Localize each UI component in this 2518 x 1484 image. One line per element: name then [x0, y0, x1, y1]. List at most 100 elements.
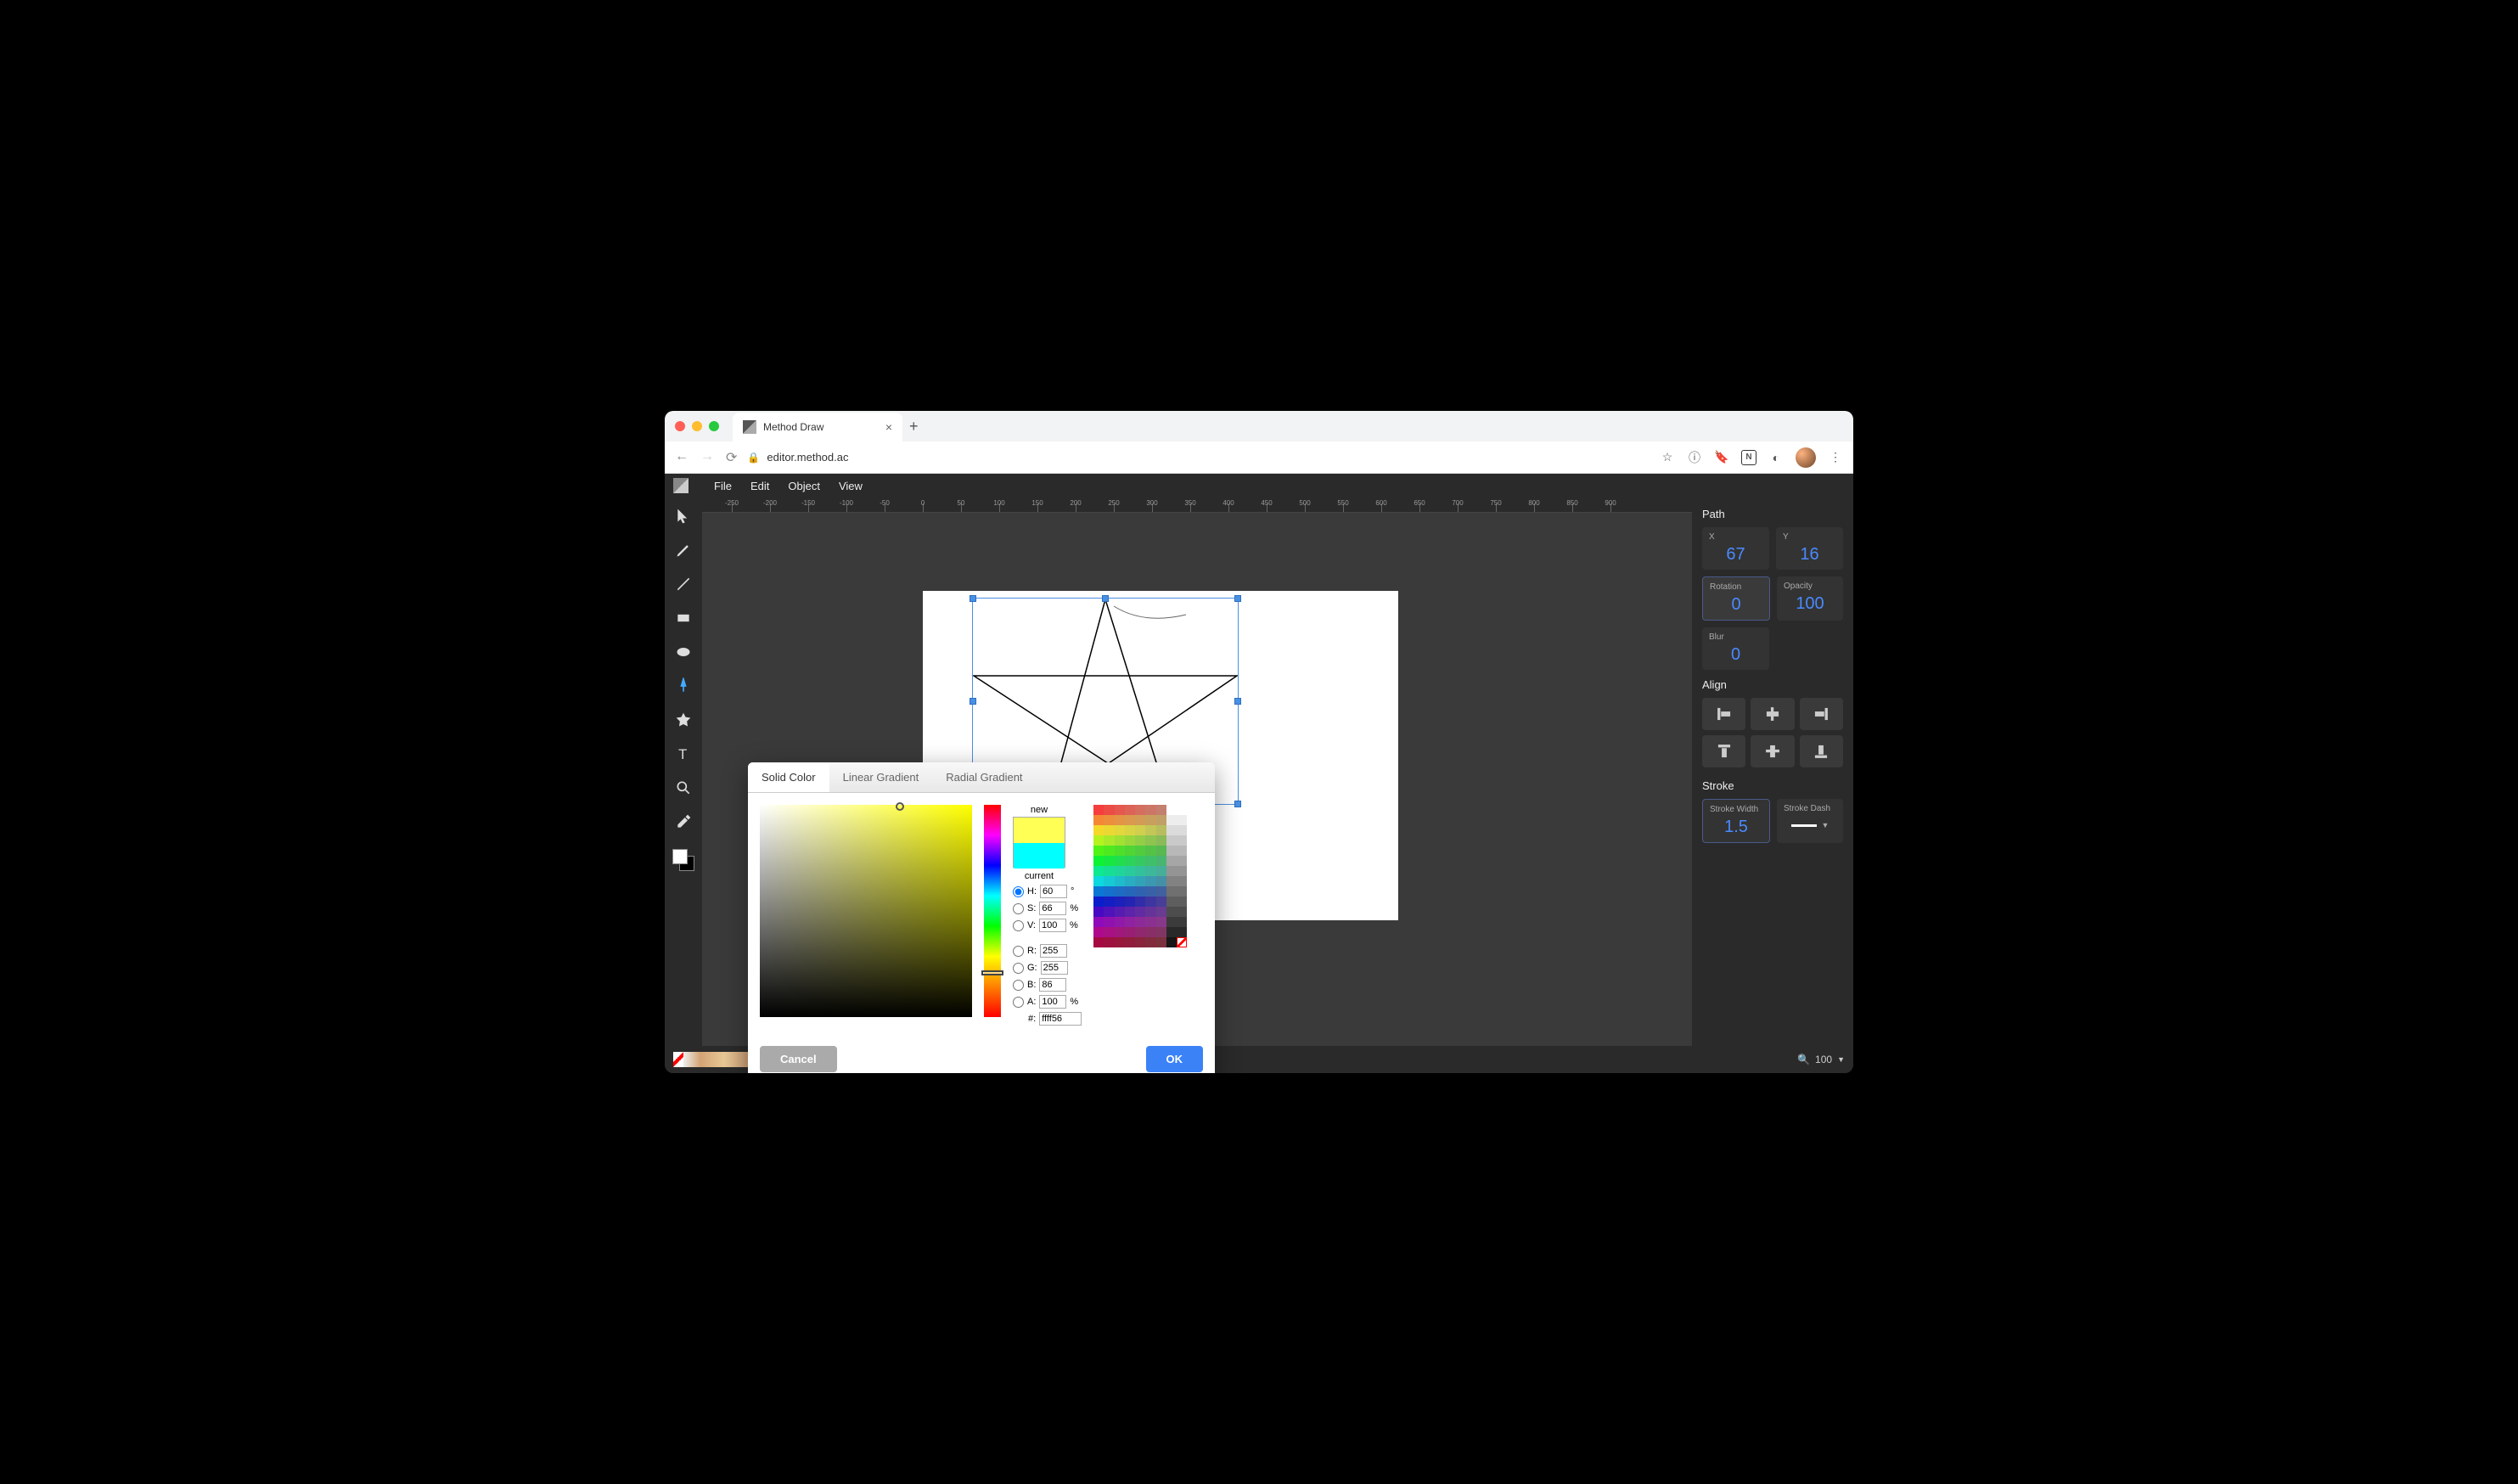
swatch[interactable] — [1125, 876, 1135, 886]
swatch[interactable] — [1177, 907, 1187, 917]
swatch[interactable] — [1156, 897, 1166, 907]
swatch[interactable] — [1115, 846, 1125, 856]
swatch[interactable] — [1115, 835, 1125, 846]
swatch[interactable] — [1093, 866, 1104, 876]
swatch[interactable] — [1115, 856, 1125, 866]
swatch[interactable] — [1166, 907, 1177, 917]
prop-y[interactable]: Y16 — [1776, 527, 1843, 570]
swatch[interactable] — [1177, 876, 1187, 886]
eyedropper-tool[interactable] — [672, 810, 695, 834]
alpha-input[interactable] — [1039, 995, 1066, 1009]
swatch[interactable] — [1125, 825, 1135, 835]
red-radio[interactable] — [1013, 946, 1024, 957]
swatch[interactable] — [1145, 825, 1155, 835]
swatch[interactable] — [1093, 805, 1104, 815]
swatch[interactable] — [1125, 815, 1135, 825]
align-center-h-button[interactable] — [1751, 698, 1794, 730]
swatch[interactable] — [1145, 927, 1155, 937]
swatch[interactable] — [1177, 805, 1187, 815]
swatch[interactable] — [1177, 835, 1187, 846]
swatch[interactable] — [1156, 876, 1166, 886]
notion-icon[interactable]: N — [1741, 450, 1756, 465]
swatch[interactable] — [1135, 856, 1145, 866]
swatch[interactable] — [1115, 897, 1125, 907]
swatch[interactable] — [1125, 907, 1135, 917]
swatch[interactable] — [1166, 897, 1177, 907]
swatch[interactable] — [1135, 907, 1145, 917]
swatch[interactable] — [1135, 927, 1145, 937]
menu-view[interactable]: View — [839, 480, 863, 492]
zoom-control[interactable]: 🔍 100 ▼ — [1797, 1054, 1845, 1065]
swatch[interactable] — [1104, 917, 1114, 927]
swatch[interactable] — [1156, 937, 1166, 947]
text-tool[interactable]: T — [672, 742, 695, 766]
swatch[interactable] — [1156, 815, 1166, 825]
new-tab-button[interactable]: + — [909, 418, 919, 436]
swatch[interactable] — [1104, 886, 1114, 897]
swatch[interactable] — [1135, 846, 1145, 856]
swatch[interactable] — [1115, 917, 1125, 927]
swatch[interactable] — [1145, 897, 1155, 907]
swatch[interactable] — [1177, 917, 1187, 927]
swatch[interactable] — [1145, 856, 1155, 866]
swatch[interactable] — [1166, 805, 1177, 815]
swatch[interactable] — [1125, 917, 1135, 927]
swatch[interactable] — [1093, 907, 1104, 917]
resize-handle[interactable] — [970, 698, 976, 705]
swatch[interactable] — [1115, 876, 1125, 886]
resize-handle[interactable] — [1102, 595, 1109, 602]
swatch[interactable] — [1115, 886, 1125, 897]
swatch[interactable] — [1093, 897, 1104, 907]
val-input[interactable] — [1039, 919, 1066, 932]
swatch[interactable] — [1135, 897, 1145, 907]
swatch[interactable] — [1104, 835, 1114, 846]
tab-radial-gradient[interactable]: Radial Gradient — [932, 762, 1036, 792]
swatch[interactable] — [1156, 805, 1166, 815]
swatch[interactable] — [1166, 835, 1177, 846]
alpha-radio[interactable] — [1013, 997, 1024, 1008]
swatch[interactable] — [1166, 937, 1177, 947]
green-radio[interactable] — [1013, 963, 1024, 974]
tab-solid-color[interactable]: Solid Color — [748, 762, 829, 792]
swatch[interactable] — [1135, 825, 1145, 835]
align-right-button[interactable] — [1800, 698, 1843, 730]
swatch[interactable] — [1125, 897, 1135, 907]
swatch[interactable] — [1177, 927, 1187, 937]
swatch[interactable] — [1177, 856, 1187, 866]
info-icon[interactable]: ⓘ — [1687, 450, 1702, 465]
maximize-window-button[interactable] — [709, 421, 719, 431]
swatch[interactable] — [1093, 856, 1104, 866]
swatch[interactable] — [1125, 835, 1135, 846]
swatch[interactable] — [1104, 866, 1114, 876]
line-tool[interactable] — [672, 572, 695, 596]
extension-icon-2[interactable]: ◐ — [1768, 450, 1784, 465]
swatch[interactable] — [1093, 846, 1104, 856]
swatch[interactable] — [1145, 876, 1155, 886]
swatch[interactable] — [1125, 886, 1135, 897]
ellipse-tool[interactable] — [672, 640, 695, 664]
saturation-value-picker[interactable] — [760, 805, 972, 1017]
swatch[interactable] — [1135, 876, 1145, 886]
swatch[interactable] — [1156, 866, 1166, 876]
swatch[interactable] — [1104, 927, 1114, 937]
rect-tool[interactable] — [672, 606, 695, 630]
path-tool[interactable] — [672, 674, 695, 698]
prop-x[interactable]: X67 — [1702, 527, 1769, 570]
stroke-width-field[interactable]: Stroke Width 1.5 — [1702, 799, 1770, 843]
swatch[interactable] — [1145, 907, 1155, 917]
swatch[interactable] — [1125, 927, 1135, 937]
zoom-tool[interactable] — [672, 776, 695, 800]
swatch[interactable] — [1115, 937, 1125, 947]
swatch[interactable] — [1093, 927, 1104, 937]
swatch[interactable] — [1166, 846, 1177, 856]
swatch[interactable] — [1166, 927, 1177, 937]
swatch[interactable] — [1093, 876, 1104, 886]
swatch[interactable] — [1093, 825, 1104, 835]
pencil-tool[interactable] — [672, 538, 695, 562]
align-left-button[interactable] — [1702, 698, 1745, 730]
close-window-button[interactable] — [675, 421, 685, 431]
hue-radio[interactable] — [1013, 886, 1024, 897]
app-logo-icon[interactable] — [673, 478, 689, 493]
forward-button[interactable]: → — [700, 449, 714, 466]
back-button[interactable]: ← — [675, 449, 689, 466]
